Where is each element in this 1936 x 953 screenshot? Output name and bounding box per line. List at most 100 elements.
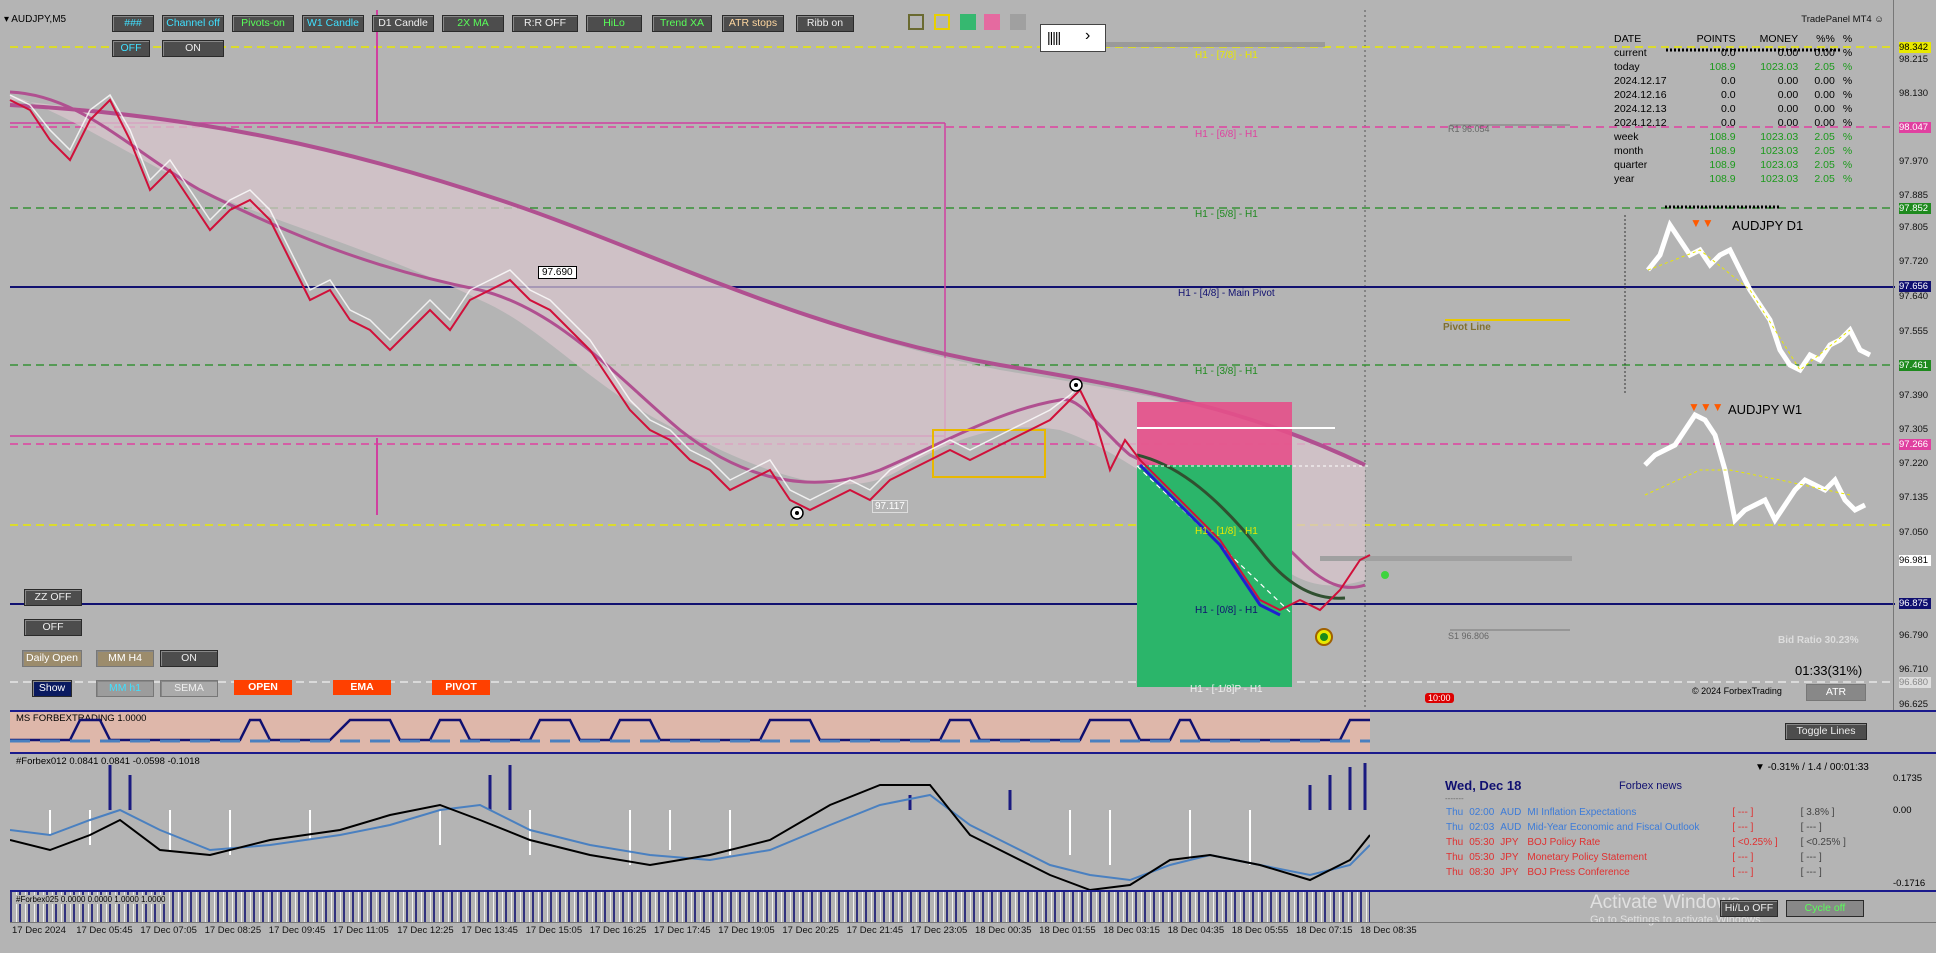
indicator3-label: #Forbex025 0.0000 0.0000 1.0000 1.0000: [16, 895, 166, 904]
stats-date-cell: 2024.12.16: [1614, 89, 1667, 101]
swatch-pink[interactable]: [984, 14, 1000, 30]
news-row[interactable]: Thu 05:30 JPY BOJ Policy Rate [ <0.25% ] [ <0…: [1443, 835, 1849, 850]
col-date: DATE: [1614, 33, 1642, 45]
off-toggle-button[interactable]: OFF: [112, 40, 150, 57]
indicator3-panel: [10, 892, 1370, 922]
price-tick: 97.461: [1899, 360, 1931, 371]
news-row[interactable]: Thu 02:00 AUD MI Inflation Expectations [ --…: [1443, 805, 1849, 820]
stats-points-cell: 0.0: [1721, 117, 1736, 129]
time-axis-tick: 17 Dec 09:45: [268, 925, 326, 936]
stats-pct-cell: 2.05: [1814, 173, 1835, 185]
chevron-right-icon[interactable]: ›: [1085, 27, 1090, 45]
stats-date-cell: current: [1614, 47, 1647, 59]
news-row[interactable]: Thu 08:30 JPY BOJ Press Conference [ --- ] [ …: [1443, 865, 1849, 880]
stats-header-row: DATE POINTS MONEY %% %: [1610, 32, 1856, 46]
hash-button[interactable]: ###: [112, 15, 154, 32]
level-78-label: H1 - [7/8] - H1: [1195, 50, 1258, 61]
bars-icon: |||||: [1047, 29, 1061, 45]
swatch-gray[interactable]: [1010, 14, 1026, 30]
stats-money-cell: 0.00: [1777, 103, 1799, 115]
stats-unit-cell: %: [1842, 131, 1853, 143]
price-tick: 98.342: [1899, 42, 1931, 53]
price-tick: 96.790: [1899, 630, 1929, 641]
channel-button[interactable]: Channel off: [162, 15, 224, 32]
time-axis-tick: 17 Dec 23:05: [910, 925, 968, 936]
news-day: Thu: [1446, 837, 1464, 848]
news-time: 05:30: [1469, 852, 1495, 863]
scroll-control[interactable]: ||||| ›: [1040, 24, 1106, 52]
indicator2-scale-mid: 0.00: [1893, 805, 1912, 816]
time-tag: 10:00: [1425, 693, 1454, 703]
rr-button[interactable]: R:R OFF: [512, 15, 578, 32]
news-event: MI Inflation Expectations: [1527, 807, 1637, 818]
level-m18-label: H1 - [-1/8]P - H1: [1190, 684, 1263, 695]
news-event: BOJ Press Conference: [1527, 867, 1630, 878]
time-axis-tick: 17 Dec 13:45: [461, 925, 518, 936]
price-scale: 98.342 98.215 98.130 98.047 97.970 97.88…: [1893, 0, 1936, 712]
stats-row: today 108.9 1023.03 2.05%: [1610, 60, 1856, 74]
sema-button[interactable]: SEMA: [160, 680, 218, 697]
time-axis-separator: [10, 922, 1936, 923]
col-points: POINTS: [1696, 33, 1736, 45]
on-button[interactable]: ON: [160, 650, 218, 667]
ema-button[interactable]: EMA: [333, 680, 391, 695]
toggle-lines-button[interactable]: Toggle Lines: [1785, 723, 1867, 740]
swatch-green[interactable]: [960, 14, 976, 30]
level-18-label: H1 - [1/8] - H1: [1195, 526, 1258, 537]
swatch-olive[interactable]: [908, 14, 924, 30]
price-tick: 96.981: [1899, 555, 1931, 566]
stats-row: 2024.12.17 0.0 0.00 0.00%: [1610, 74, 1856, 88]
news-currency: AUD: [1500, 807, 1522, 818]
zz-off-button[interactable]: ZZ OFF: [24, 589, 82, 606]
daily-open-button[interactable]: Daily Open: [22, 650, 82, 667]
show-button[interactable]: Show: [32, 680, 72, 697]
time-axis-tick: 17 Dec 15:05: [525, 925, 583, 936]
cycle-off-button[interactable]: Cycle off: [1786, 900, 1864, 917]
hilo-off-button[interactable]: Hi/Lo OFF: [1720, 900, 1778, 917]
2x-ma-button[interactable]: 2X MA: [442, 15, 504, 32]
news-previous: [ --- ]: [1732, 867, 1754, 878]
indicator2-scale-top: 0.1735: [1893, 773, 1923, 784]
price-tick: 97.885: [1899, 190, 1929, 201]
news-previous: [ --- ]: [1732, 807, 1754, 818]
stats-date-cell: 2024.12.17: [1614, 75, 1667, 87]
price-tick: 97.720: [1899, 256, 1929, 267]
level-68-label: H1 - [6/8] - H1: [1195, 129, 1258, 140]
indicator2-svg[interactable]: [10, 755, 1370, 890]
w1-candle-button[interactable]: W1 Candle: [302, 15, 364, 32]
off-button[interactable]: OFF: [24, 619, 82, 636]
stats-points-cell: 108.9: [1709, 173, 1736, 185]
stats-date-cell: today: [1614, 61, 1640, 73]
ribb-button[interactable]: Ribb on: [796, 15, 854, 32]
hilo-button[interactable]: HiLo: [586, 15, 642, 32]
news-title: Forbex news: [1619, 780, 1682, 792]
time-axis-tick: 18 Dec 08:35: [1360, 925, 1417, 936]
time-axis-tick: 17 Dec 16:25: [589, 925, 647, 936]
price-tick: 97.305: [1899, 424, 1929, 435]
stats-money-cell: 1023.03: [1760, 131, 1799, 143]
swatch-yellow[interactable]: [934, 14, 950, 30]
stats-date-cell: week: [1614, 131, 1639, 143]
time-axis-tick: 17 Dec 07:05: [140, 925, 197, 936]
trade-panel-title: TradePanel MT4 ☺: [1801, 14, 1884, 25]
on-toggle-button[interactable]: ON: [162, 40, 224, 57]
news-date: Wed, Dec 18: [1445, 778, 1522, 793]
mm-h4-button[interactable]: MM H4: [96, 650, 154, 667]
news-forecast: [ --- ]: [1800, 867, 1822, 878]
level-38-label: H1 - [3/8] - H1: [1195, 366, 1258, 377]
trend-xa-button[interactable]: Trend XA: [652, 15, 712, 32]
open-button[interactable]: OPEN: [234, 680, 292, 695]
mm-h1-button[interactable]: MM h1: [96, 680, 154, 697]
pivot-button[interactable]: PIVOT: [432, 680, 490, 695]
smiley-icon: ☺: [1874, 14, 1884, 25]
d1-candle-button[interactable]: D1 Candle: [372, 15, 434, 32]
atr-button[interactable]: ATR: [1806, 684, 1866, 701]
stats-date-cell: 2024.12.12: [1614, 117, 1667, 129]
stats-money-cell: 1023.03: [1760, 159, 1799, 171]
atr-stops-button[interactable]: ATR stops: [722, 15, 784, 32]
main-chart[interactable]: ▾ AUDJPY,M5 ### Channel off Pivots-on W1…: [0, 0, 1936, 953]
news-row[interactable]: Thu 02:03 AUD Mid-Year Economic and Fiscal …: [1443, 820, 1849, 835]
news-forecast: [ <0.25% ]: [1800, 837, 1846, 848]
news-row[interactable]: Thu 05:30 JPY Monetary Policy Statement [ --…: [1443, 850, 1849, 865]
pivots-button[interactable]: Pivots-on: [232, 15, 294, 32]
